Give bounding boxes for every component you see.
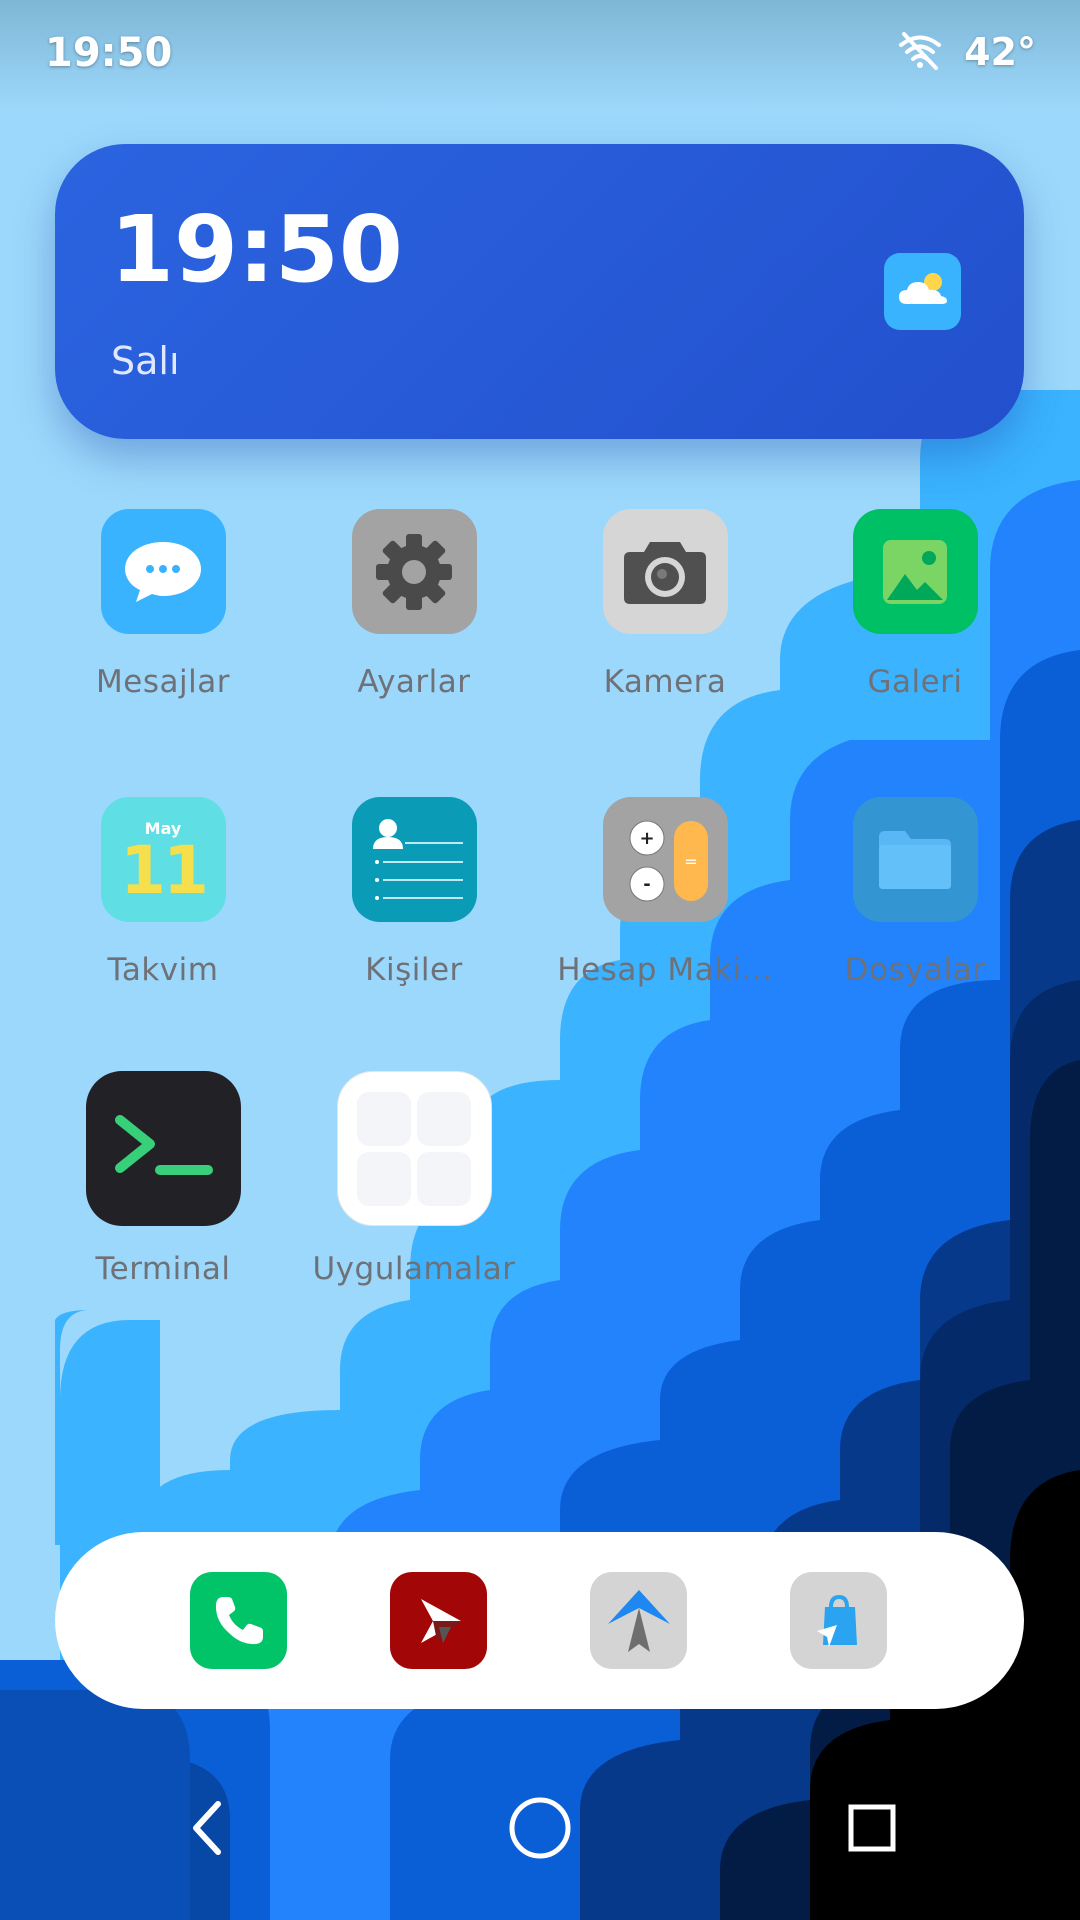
status-time: 19:50 [45, 30, 173, 76]
dock [55, 1532, 1024, 1709]
app-label: Ayarlar [357, 664, 471, 700]
back-button[interactable] [158, 1780, 258, 1880]
wifi-off-icon [898, 30, 942, 74]
navigation-app-icon[interactable] [590, 1572, 687, 1669]
partly-cloudy-icon [895, 270, 951, 314]
camera-icon [602, 509, 728, 634]
folder-icon [852, 797, 978, 922]
settings-gear-icon [351, 509, 477, 634]
app-kisiler[interactable]: Kişiler [294, 797, 534, 988]
calculator-icon: + - = [602, 797, 728, 922]
app-uygulamalar[interactable]: Uygulamalar [294, 1071, 534, 1287]
app-label: Galeri [867, 664, 963, 700]
messages-icon [100, 509, 226, 634]
calendar-icon: May 11 [100, 797, 226, 922]
clock-widget[interactable]: 19:50 Salı [55, 144, 1024, 439]
app-label: Mesajlar [96, 664, 230, 700]
app-label: Dosyalar [844, 952, 986, 988]
calendar-day: 11 [120, 832, 209, 909]
app-ayarlar[interactable]: Ayarlar [294, 509, 534, 700]
phone-icon[interactable] [190, 1572, 287, 1669]
status-bar: 19:50 42° [0, 0, 1080, 110]
svg-text:+: + [639, 828, 654, 849]
navigation-bar [0, 1780, 1080, 1880]
status-temperature: 42° [964, 30, 1036, 74]
red-arrow-app-icon[interactable] [390, 1572, 487, 1669]
app-drawer-icon [336, 1071, 492, 1226]
home-button[interactable] [490, 1780, 590, 1880]
app-kamera[interactable]: Kamera [545, 509, 785, 700]
recents-icon [847, 1803, 897, 1857]
store-bag-icon[interactable] [790, 1572, 887, 1669]
back-icon [188, 1800, 228, 1860]
app-label: Uygulamalar [312, 1251, 516, 1287]
app-label: Kamera [603, 664, 727, 700]
app-label: Terminal [95, 1251, 231, 1287]
contacts-icon [351, 797, 477, 922]
svg-text:-: - [643, 874, 650, 895]
app-hesap-makinesi[interactable]: + - = Hesap Maki... [545, 797, 785, 988]
app-dosyalar[interactable]: Dosyalar [795, 797, 1035, 988]
gallery-icon [852, 509, 978, 634]
recents-button[interactable] [822, 1780, 922, 1880]
app-label: Takvim [107, 952, 219, 988]
home-icon [508, 1796, 572, 1864]
app-terminal[interactable]: Terminal [43, 1071, 283, 1287]
svg-text:=: = [684, 852, 697, 871]
terminal-icon [85, 1071, 241, 1226]
app-mesajlar[interactable]: Mesajlar [43, 509, 283, 700]
app-takvim[interactable]: May 11 Takvim [43, 797, 283, 988]
widget-time: 19:50 [110, 196, 403, 303]
status-indicators: 42° [898, 30, 1036, 74]
app-galeri[interactable]: Galeri [795, 509, 1035, 700]
app-label: Kişiler [365, 952, 463, 988]
weather-button[interactable] [884, 253, 961, 330]
widget-day: Salı [111, 339, 180, 383]
app-label: Hesap Maki... [557, 952, 773, 988]
